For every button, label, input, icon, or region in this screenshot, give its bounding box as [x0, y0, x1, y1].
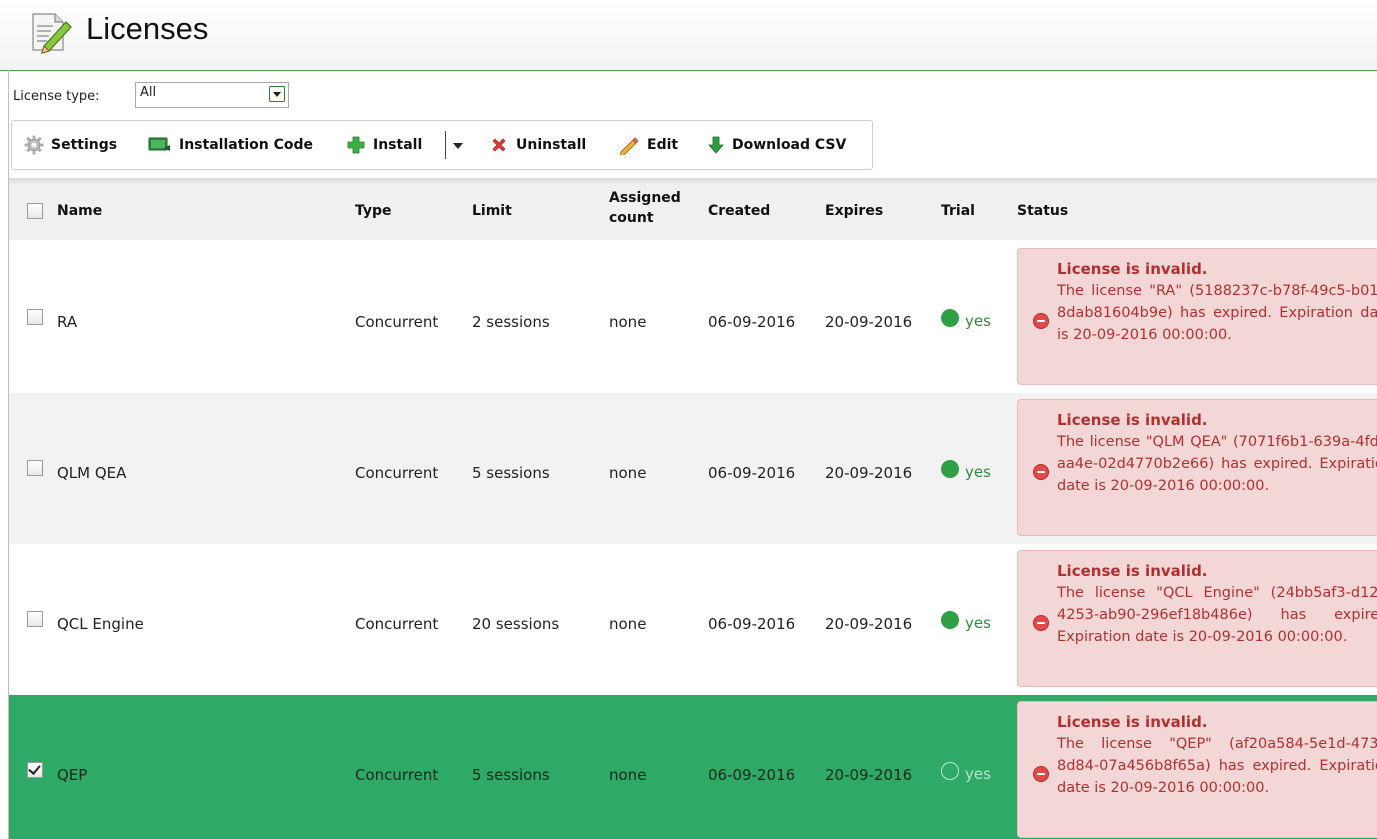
- table-row-selected[interactable]: QEP Concurrent 5 sessions none 06-09-201…: [9, 695, 1377, 839]
- delete-icon: [492, 138, 506, 152]
- cell-limit: 5 sessions: [472, 464, 550, 482]
- installation-code-label: Installation Code: [179, 137, 314, 153]
- status-title: License is invalid.: [1057, 411, 1208, 429]
- cell-assigned-count: none: [609, 766, 647, 784]
- column-header-expires[interactable]: Expires: [825, 201, 883, 221]
- column-header-created[interactable]: Created: [708, 201, 770, 221]
- status-title: License is invalid.: [1057, 260, 1208, 278]
- column-header-assigned-line2: count: [609, 210, 654, 226]
- settings-button[interactable]: Settings: [24, 134, 117, 156]
- table-row[interactable]: QLM QEA Concurrent 5 sessions none 06-09…: [9, 393, 1377, 544]
- cell-type: Concurrent: [355, 615, 439, 633]
- column-header-assigned-line1: Assigned: [609, 190, 681, 206]
- toolbar: Settings Installation Code Install Unins…: [11, 120, 873, 170]
- row-checkbox[interactable]: [27, 309, 43, 325]
- status-error-box: License is invalid. The license "QLM QEA…: [1017, 399, 1377, 536]
- row-checkbox[interactable]: [27, 762, 43, 778]
- cell-assigned-count: none: [609, 615, 647, 633]
- dropdown-arrow-icon[interactable]: [269, 86, 285, 102]
- edit-label: Edit: [647, 137, 679, 153]
- cell-type: Concurrent: [355, 464, 439, 482]
- cell-name: QLM QEA: [57, 464, 127, 482]
- cell-limit: 5 sessions: [472, 766, 550, 784]
- status-error-box: License is invalid. The license "QCL Eng…: [1017, 550, 1377, 687]
- cell-created: 06-09-2016: [708, 313, 796, 331]
- edit-button[interactable]: Edit: [618, 134, 678, 156]
- row-checkbox[interactable]: [27, 611, 43, 627]
- install-label: Install: [373, 137, 423, 153]
- status-message: The license "QEP" (af20a584-5e1d-4735-8d…: [1057, 736, 1377, 796]
- cell-expires: 20-09-2016: [825, 615, 913, 633]
- status-message: The license "QLM QEA" (7071f6b1-639a-4fd…: [1057, 434, 1377, 494]
- grid-header: Name Type Limit Assigned count Created E…: [9, 184, 1377, 240]
- download-arrow-icon: [708, 136, 724, 154]
- table-row[interactable]: QCL Engine Concurrent 20 sessions none 0…: [9, 544, 1377, 695]
- trial-status-icon: [941, 611, 959, 629]
- cell-assigned-count: none: [609, 464, 647, 482]
- cell-expires: 20-09-2016: [825, 464, 913, 482]
- column-header-trial[interactable]: Trial: [941, 201, 975, 221]
- settings-label: Settings: [51, 137, 118, 153]
- install-dropdown-icon[interactable]: [453, 143, 463, 149]
- toolbar-separator: [445, 131, 446, 159]
- install-button[interactable]: Install: [346, 134, 422, 156]
- column-header-name[interactable]: Name: [57, 201, 102, 221]
- installation-code-button[interactable]: Installation Code: [148, 134, 313, 156]
- cell-name: QCL Engine: [57, 615, 144, 633]
- gear-icon: [24, 135, 44, 155]
- status-title: License is invalid.: [1057, 562, 1208, 580]
- cell-created: 06-09-2016: [708, 766, 796, 784]
- cell-name: QEP: [57, 766, 88, 784]
- cell-limit: 20 sessions: [472, 615, 560, 633]
- cell-name: RA: [57, 313, 78, 331]
- page-header: Licenses: [0, 0, 1377, 71]
- column-header-status[interactable]: Status: [1017, 201, 1068, 221]
- status-title: License is invalid.: [1057, 713, 1208, 731]
- row-checkbox[interactable]: [27, 460, 43, 476]
- error-icon: [1033, 464, 1049, 480]
- cell-type: Concurrent: [355, 766, 439, 784]
- plus-icon: [347, 136, 365, 154]
- download-csv-button[interactable]: Download CSV: [707, 134, 846, 156]
- monitor-icon: [148, 137, 170, 151]
- status-message: The license "QCL Engine" (24bb5af3-d127-…: [1057, 585, 1377, 645]
- trial-status-icon: [941, 460, 959, 478]
- download-csv-label: Download CSV: [732, 137, 847, 153]
- cell-assigned-count: none: [609, 313, 647, 331]
- trial-status-icon: [941, 309, 959, 327]
- column-header-assigned-count[interactable]: Assigned count: [609, 188, 681, 228]
- page-title: Licenses: [86, 11, 209, 46]
- edit-document-icon: [32, 13, 72, 54]
- cell-trial: yes: [965, 312, 991, 330]
- cell-expires: 20-09-2016: [825, 766, 913, 784]
- cell-expires: 20-09-2016: [825, 313, 913, 331]
- select-all-checkbox[interactable]: [27, 203, 43, 219]
- error-icon: [1033, 313, 1049, 329]
- cell-type: Concurrent: [355, 313, 439, 331]
- status-message: The license "RA" (5188237c-b78f-49c5-b01…: [1057, 283, 1377, 343]
- cell-created: 06-09-2016: [708, 615, 796, 633]
- column-header-type[interactable]: Type: [355, 201, 392, 221]
- license-type-label: License type:: [13, 89, 100, 104]
- license-type-select[interactable]: All: [135, 82, 289, 108]
- table-row[interactable]: RA Concurrent 2 sessions none 06-09-2016…: [9, 242, 1377, 393]
- pencil-icon: [619, 137, 639, 155]
- trial-status-icon: [941, 762, 959, 780]
- license-type-value: All: [140, 85, 157, 100]
- status-error-box: License is invalid. The license "RA" (51…: [1017, 248, 1377, 385]
- column-header-limit[interactable]: Limit: [472, 201, 512, 221]
- cell-trial: yes: [965, 614, 991, 632]
- uninstall-label: Uninstall: [516, 137, 587, 153]
- uninstall-button[interactable]: Uninstall: [489, 134, 586, 156]
- cell-limit: 2 sessions: [472, 313, 550, 331]
- cell-trial: yes: [965, 765, 991, 783]
- error-icon: [1033, 766, 1049, 782]
- cell-created: 06-09-2016: [708, 464, 796, 482]
- status-error-box: License is invalid. The license "QEP" (a…: [1017, 701, 1377, 838]
- cell-trial: yes: [965, 463, 991, 481]
- error-icon: [1033, 615, 1049, 631]
